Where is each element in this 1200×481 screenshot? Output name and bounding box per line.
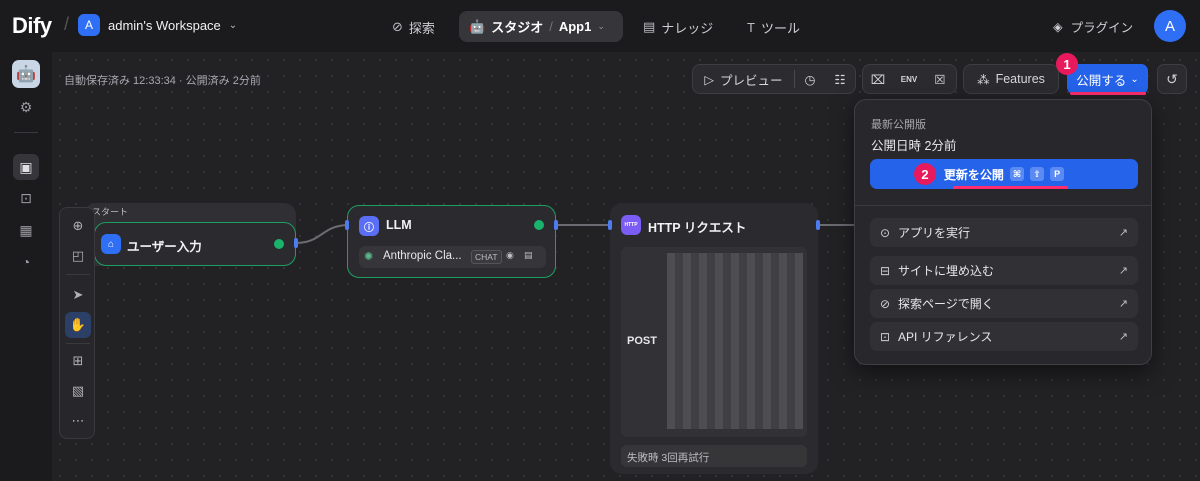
preview-button[interactable]: ▷ プレビュー bbox=[693, 65, 794, 93]
edge-start-llm bbox=[295, 224, 350, 244]
model-name: Anthropic Cla... bbox=[383, 250, 462, 262]
start-node-title: ユーザー入力 bbox=[127, 240, 202, 254]
canvas-tools: ⊕ ◰ ➤ ✋ ⊞ ▧ ⋯ bbox=[59, 207, 95, 439]
preview-label: プレビュー bbox=[720, 73, 783, 88]
http-node[interactable]: HTTP HTTP リクエスト POST 失敗時 3回再試行 bbox=[610, 203, 818, 474]
terminal-icon: ⊡ bbox=[880, 329, 891, 344]
features-label: Features bbox=[995, 72, 1045, 86]
p-key: P bbox=[1050, 167, 1065, 181]
arrow-up-right-icon: ↗ bbox=[1118, 331, 1128, 343]
update-publish-button[interactable]: 更新を公開 ⌘ ⇧ P bbox=[870, 159, 1138, 189]
publish-button[interactable]: 公開する ⌄ bbox=[1067, 64, 1148, 94]
output-port[interactable] bbox=[816, 220, 820, 230]
publish-label: 公開する bbox=[1076, 73, 1127, 88]
preview-group: ▷ プレビュー ◷ ☷ bbox=[692, 64, 856, 94]
cmd-key: ⌘ bbox=[1009, 167, 1025, 181]
arrow-up-right-icon: ↗ bbox=[1118, 298, 1128, 310]
arrow-up-right-icon: ↗ bbox=[1118, 265, 1128, 277]
debug-icon[interactable]: ⌧ bbox=[863, 65, 893, 93]
arrow-up-right-icon: ↗ bbox=[1118, 227, 1128, 239]
doc-icon: ▤ bbox=[524, 250, 533, 260]
run-app-label: アプリを実行 bbox=[898, 226, 971, 240]
features-icon: ⁂ bbox=[977, 72, 990, 87]
home-icon: ⌂ bbox=[101, 234, 121, 254]
shift-key: ⇧ bbox=[1030, 167, 1045, 181]
embed-site-item[interactable]: ⊟ サイトに埋め込む ↗ bbox=[870, 256, 1138, 285]
input-port[interactable] bbox=[608, 220, 612, 230]
step-badge-2: 2 bbox=[914, 163, 936, 185]
update-label: 更新を公開 bbox=[943, 167, 1004, 182]
start-node[interactable]: ⌂ ユーザー入力 bbox=[94, 222, 296, 266]
menu-divider bbox=[855, 205, 1151, 206]
http-method: POST bbox=[627, 335, 657, 347]
http-icon: HTTP bbox=[621, 215, 641, 235]
pointer-icon[interactable]: ➤ bbox=[65, 282, 91, 308]
publish-highlight bbox=[1070, 92, 1146, 95]
more-icon[interactable]: ⋯ bbox=[65, 408, 91, 434]
open-explore-label: 探索ページで開く bbox=[898, 297, 994, 311]
config-group: ⌧ ENV ☒ bbox=[862, 64, 957, 94]
published-time: 公開日時 2分前 bbox=[871, 139, 957, 153]
retry-info: 失敗時 3回再試行 bbox=[621, 445, 807, 467]
checklist-icon[interactable]: ☷ bbox=[825, 65, 855, 93]
output-port[interactable] bbox=[554, 220, 558, 230]
start-group-label: スタート bbox=[92, 207, 129, 217]
anthropic-icon: ✺ bbox=[364, 251, 374, 263]
add-node-icon[interactable]: ⊕ bbox=[65, 213, 91, 239]
note-icon[interactable]: ◰ bbox=[65, 243, 91, 269]
output-port[interactable] bbox=[294, 238, 298, 248]
features-group: ⁂ Features bbox=[963, 64, 1059, 94]
step-badge-1: 1 bbox=[1056, 53, 1078, 75]
variables-icon[interactable]: ☒ bbox=[925, 65, 955, 93]
embed-icon: ⊟ bbox=[880, 263, 891, 278]
play-icon: ▷ bbox=[704, 72, 715, 87]
latest-publish-label: 最新公開版 bbox=[871, 119, 926, 131]
model-selector[interactable]: ✺ Anthropic Cla... CHAT ◉ ▤ bbox=[359, 246, 546, 268]
app-root: Dify / A admin's Workspace ⌄ ⊘ 探索 🤖 スタジオ… bbox=[0, 0, 1200, 481]
features-button[interactable]: ⁂ Features bbox=[964, 65, 1058, 93]
api-reference-item[interactable]: ⊡ API リファレンス ↗ bbox=[870, 322, 1138, 351]
blurred-url bbox=[667, 253, 803, 429]
open-explore-item[interactable]: ⊘ 探索ページで開く ↗ bbox=[870, 289, 1138, 318]
llm-node[interactable]: ⓘ LLM ✺ Anthropic Cla... CHAT ◉ ▤ bbox=[347, 205, 556, 278]
brain-icon: ⓘ bbox=[359, 216, 379, 236]
eye-icon: ◉ bbox=[506, 250, 514, 260]
explore-icon: ⊘ bbox=[880, 296, 891, 311]
check-icon bbox=[534, 220, 544, 230]
llm-node-title: LLM bbox=[386, 218, 412, 232]
model-mode-chip: CHAT bbox=[471, 250, 502, 264]
tools-divider bbox=[66, 274, 90, 275]
input-port[interactable] bbox=[345, 220, 349, 230]
chevron-down-icon: ⌄ bbox=[1130, 73, 1139, 85]
minimap-icon[interactable]: ▧ bbox=[65, 378, 91, 404]
play-circle-icon: ⊙ bbox=[880, 225, 891, 240]
publish-menu: 最新公開版 公開日時 2分前 更新を公開 ⌘ ⇧ P ⊙ アプリを実行 ↗ ⊟ … bbox=[854, 99, 1152, 365]
http-node-title: HTTP リクエスト bbox=[648, 221, 747, 235]
check-icon bbox=[274, 239, 284, 249]
run-history-icon[interactable]: ◷ bbox=[795, 65, 825, 93]
http-request-body: POST bbox=[621, 247, 807, 437]
version-history-icon[interactable]: ↺ bbox=[1157, 64, 1187, 94]
organize-icon[interactable]: ⊞ bbox=[65, 348, 91, 374]
hand-icon[interactable]: ✋ bbox=[65, 312, 91, 338]
env-button[interactable]: ENV bbox=[893, 65, 925, 93]
tools-divider bbox=[66, 343, 90, 344]
retry-text: 失敗時 3回再試行 bbox=[627, 452, 710, 464]
run-app-item[interactable]: ⊙ アプリを実行 ↗ bbox=[870, 218, 1138, 247]
api-reference-label: API リファレンス bbox=[898, 330, 993, 344]
embed-site-label: サイトに埋め込む bbox=[898, 264, 995, 278]
update-highlight bbox=[953, 186, 1068, 189]
